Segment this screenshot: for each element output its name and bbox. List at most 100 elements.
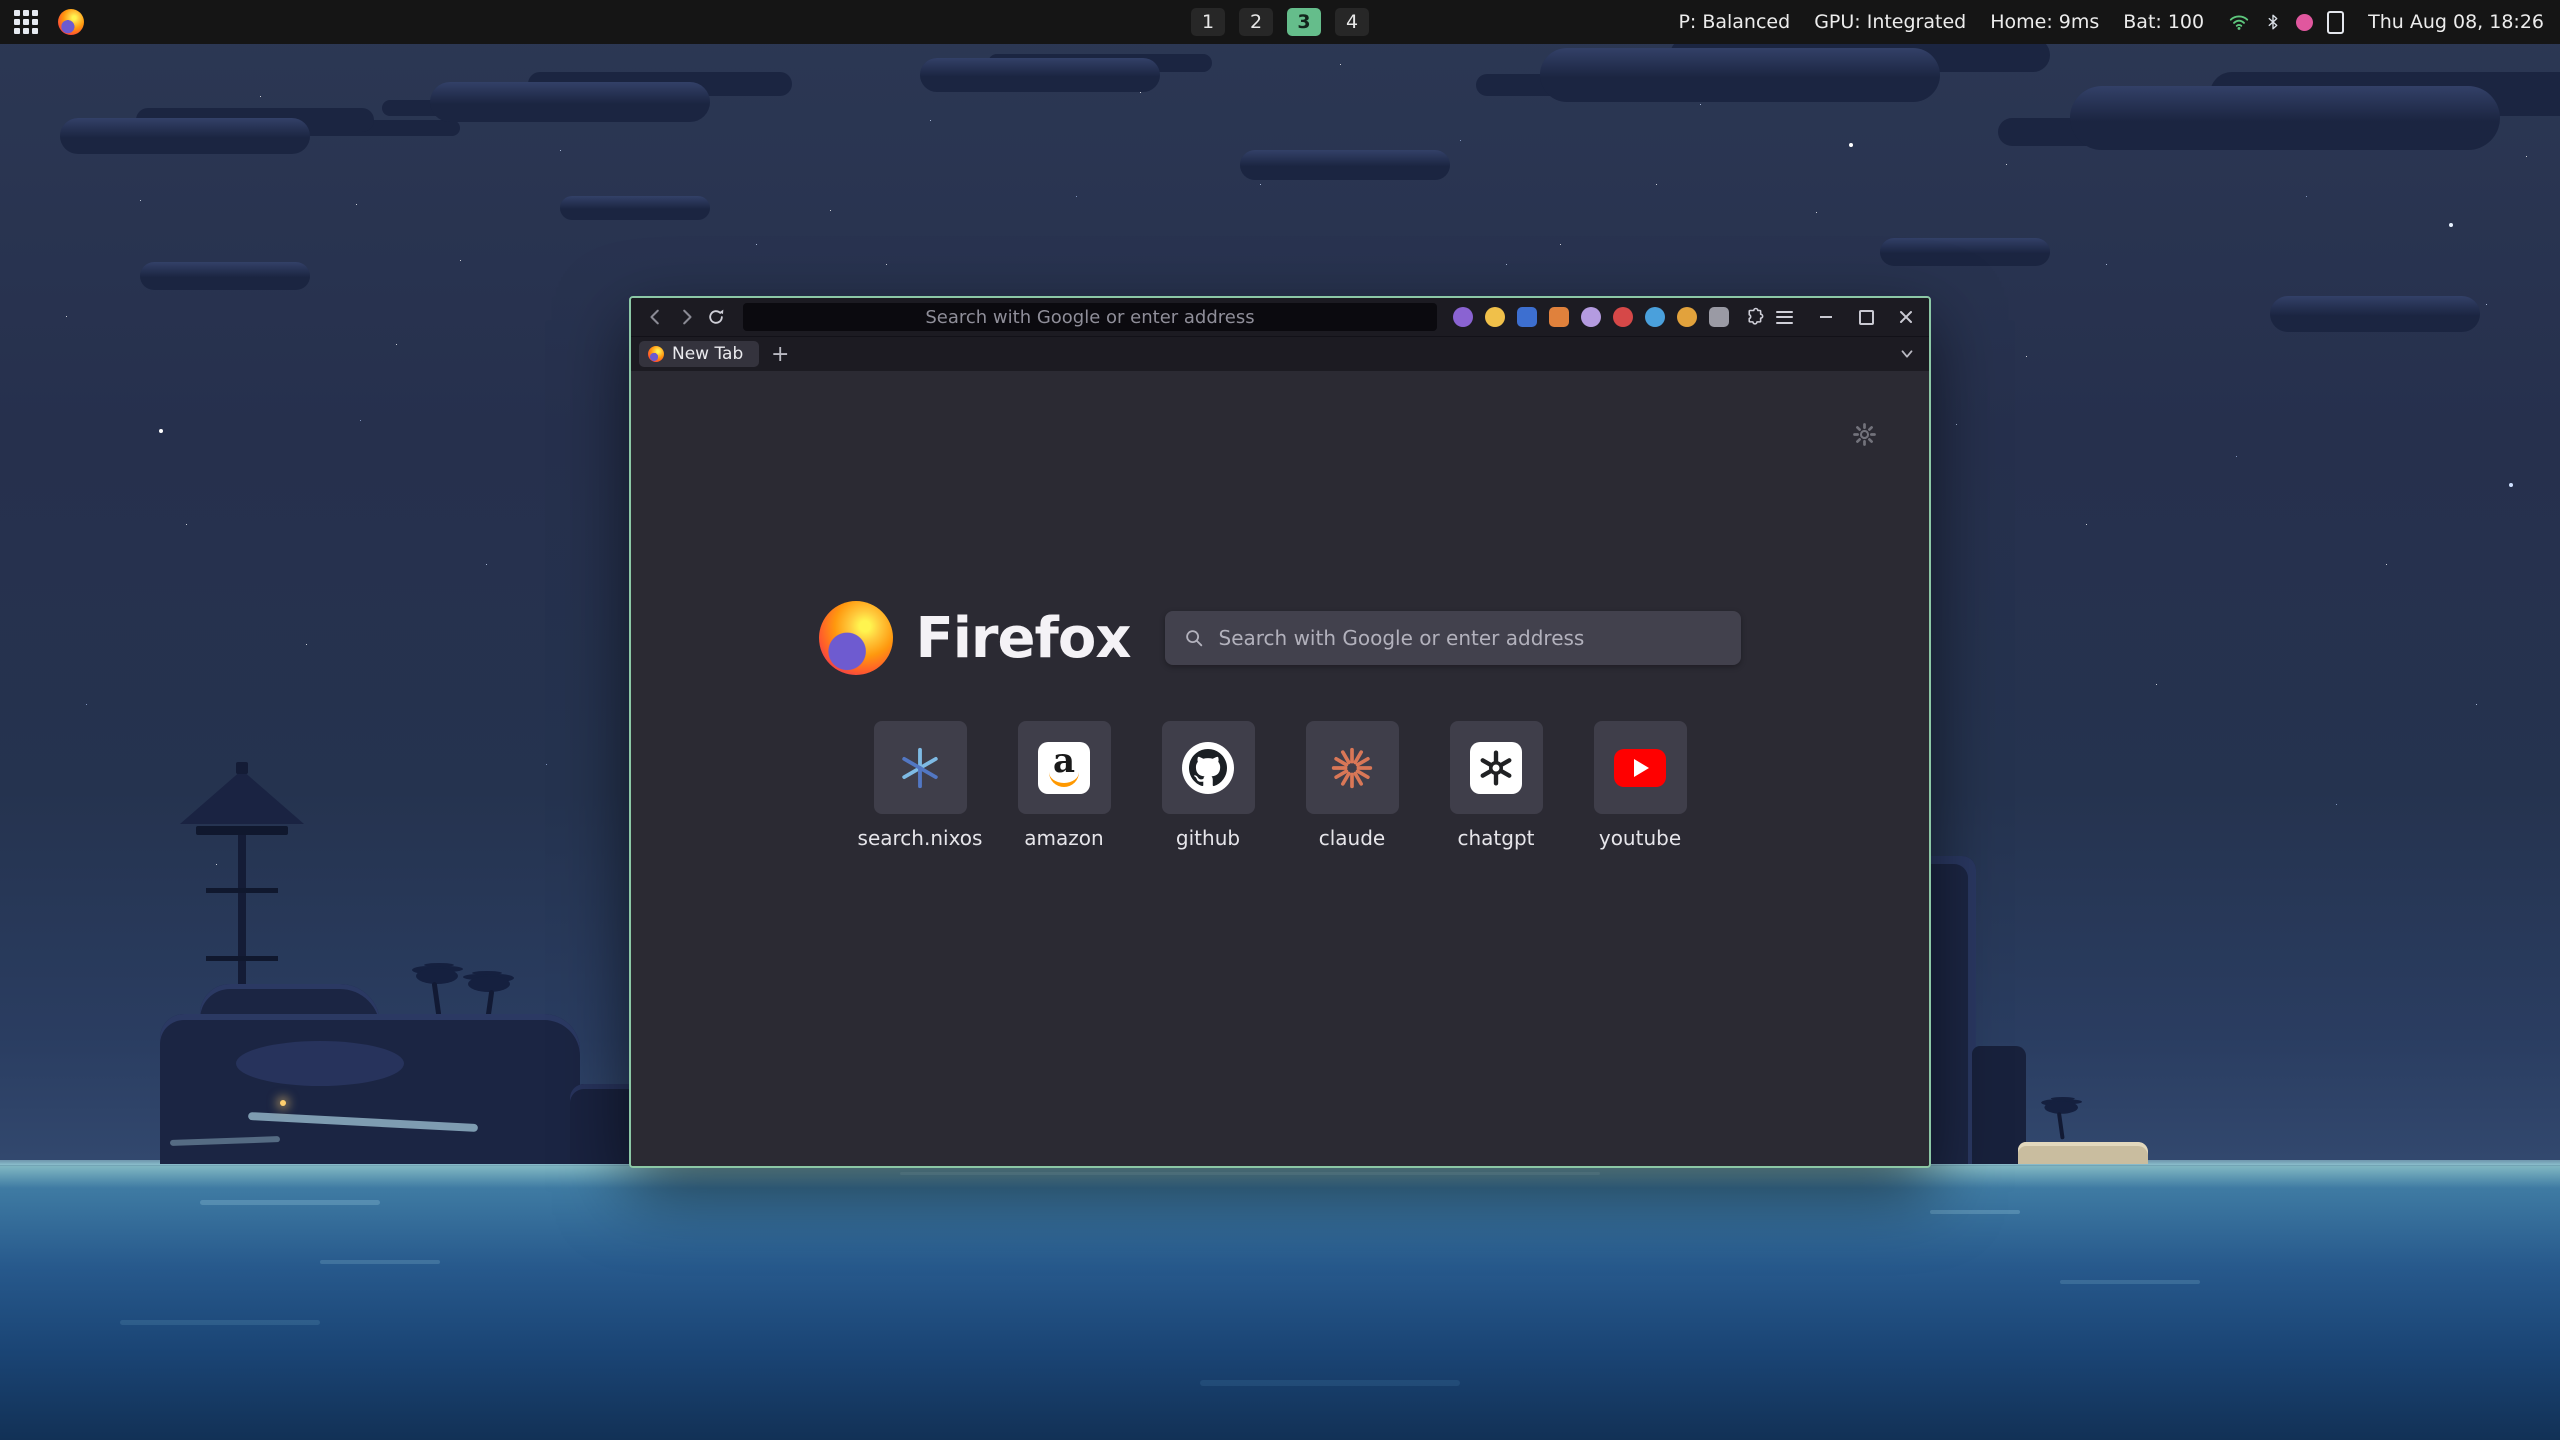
- indicator-icon[interactable]: [2296, 14, 2313, 31]
- water-reflection: [2060, 1280, 2200, 1284]
- bluetooth-icon[interactable]: [2264, 13, 2282, 31]
- shortcut-label: chatgpt: [1457, 826, 1534, 850]
- display-icon[interactable]: [2327, 11, 2344, 34]
- newtab-search[interactable]: [1165, 611, 1741, 665]
- shortcut-youtube[interactable]: youtube: [1594, 721, 1687, 850]
- extension-icon-2[interactable]: [1485, 307, 1505, 327]
- status-bar: 1 2 3 4 P: Balanced GPU: Integrated Home…: [0, 0, 2560, 44]
- extension-toolbar: [1453, 307, 1729, 327]
- amazon-icon: a: [1038, 742, 1090, 794]
- shortcut-label: amazon: [1024, 826, 1103, 850]
- watchtower-brace: [206, 956, 278, 961]
- extension-icon-5[interactable]: [1581, 307, 1601, 327]
- wifi-icon[interactable]: [2228, 11, 2250, 33]
- clock: Thu Aug 08, 18:26: [2368, 11, 2544, 33]
- watchtower-finial: [236, 762, 248, 774]
- water-reflection: [200, 1200, 380, 1205]
- shortcut-search-nixos[interactable]: search.nixos: [874, 721, 967, 850]
- island-with-watchtower: [130, 770, 670, 1164]
- water-reflection: [120, 1320, 320, 1325]
- workspace-button-1[interactable]: 1: [1191, 8, 1225, 36]
- extensions-puzzle-icon[interactable]: [1739, 303, 1769, 331]
- shortcut-tiles: search.nixos a amazon: [874, 721, 1687, 850]
- urlbar[interactable]: [743, 303, 1437, 331]
- shortcut-chatgpt[interactable]: chatgpt: [1450, 721, 1543, 850]
- new-tab-button[interactable]: +: [767, 341, 793, 367]
- watchtower-roof: [180, 770, 304, 824]
- sand-bank: [2018, 1142, 2148, 1164]
- firefox-logo: [819, 601, 893, 675]
- tab-new-tab[interactable]: New Tab: [639, 341, 759, 367]
- openai-knot-icon: [1470, 742, 1522, 794]
- youtube-play-icon: [1614, 749, 1666, 787]
- cloud: [920, 58, 1160, 92]
- workspace-button-4[interactable]: 4: [1335, 8, 1369, 36]
- newtab-hero: Firefox: [819, 601, 1740, 675]
- extension-icon-4[interactable]: [1549, 307, 1569, 327]
- desktop: 1 2 3 4 P: Balanced GPU: Integrated Home…: [0, 0, 2560, 1440]
- tab-strip: New Tab +: [631, 337, 1929, 371]
- hamburger-icon: [1776, 311, 1793, 324]
- water-reflection: [320, 1260, 440, 1264]
- firefox-favicon: [648, 346, 664, 362]
- firefox-window: New Tab + Firefox: [629, 296, 1931, 1168]
- workspace-button-2[interactable]: 2: [1239, 8, 1273, 36]
- cloud: [2270, 296, 2480, 332]
- firefox-taskbar-icon[interactable]: [58, 9, 84, 35]
- shortcut-claude[interactable]: claude: [1306, 721, 1399, 850]
- palm-tree: [2044, 1101, 2079, 1141]
- cloud: [430, 82, 710, 122]
- browser-toolbar: [631, 298, 1929, 337]
- extension-icon-7[interactable]: [1645, 307, 1665, 327]
- newtab-page: Firefox search.nixos a: [631, 371, 1929, 1166]
- lamp-light: [280, 1100, 286, 1106]
- apps-grid-icon[interactable]: [14, 10, 38, 34]
- search-icon: [1183, 627, 1205, 649]
- cloud: [560, 196, 710, 220]
- watchtower-brace: [206, 888, 278, 893]
- cloud: [60, 118, 310, 154]
- urlbar-input[interactable]: [743, 302, 1437, 332]
- extension-icon-3[interactable]: [1517, 307, 1537, 327]
- shortcut-label: youtube: [1599, 826, 1681, 850]
- power-profile-status: P: Balanced: [1678, 11, 1790, 33]
- extension-icon-8[interactable]: [1677, 307, 1697, 327]
- shortcut-github[interactable]: github: [1162, 721, 1255, 850]
- forward-button[interactable]: [671, 303, 701, 331]
- app-menu-button[interactable]: [1769, 303, 1799, 331]
- water-reflection: [900, 1172, 1600, 1175]
- cloud: [140, 262, 310, 290]
- gpu-status: GPU: Integrated: [1814, 11, 1966, 33]
- extension-icon-9[interactable]: [1709, 307, 1729, 327]
- claude-starburst-icon: [1330, 746, 1374, 790]
- maximize-button[interactable]: [1853, 306, 1879, 328]
- shortcut-amazon[interactable]: a amazon: [1018, 721, 1111, 850]
- minimize-button[interactable]: [1813, 306, 1839, 328]
- reload-button[interactable]: [701, 303, 731, 331]
- palm-tree: [416, 968, 460, 1018]
- cloud: [1240, 150, 1450, 180]
- cloud: [1540, 48, 1940, 102]
- back-button[interactable]: [641, 303, 671, 331]
- tab-title: New Tab: [672, 344, 743, 364]
- cloud: [2070, 86, 2500, 150]
- battery-status: Bat: 100: [2123, 11, 2204, 33]
- extension-icon-6[interactable]: [1613, 307, 1633, 327]
- water-reflection: [1200, 1380, 1460, 1386]
- extension-icon-1[interactable]: [1453, 307, 1473, 327]
- watchtower-platform: [196, 826, 288, 835]
- github-octocat-icon: [1182, 742, 1234, 794]
- close-button[interactable]: [1893, 306, 1919, 328]
- water-reflection: [1930, 1210, 2020, 1214]
- list-tabs-chevron-icon[interactable]: [1893, 341, 1921, 367]
- window-controls: [1813, 306, 1919, 328]
- workspace-switcher: 1 2 3 4: [1191, 0, 1369, 44]
- shortcut-label: github: [1176, 826, 1240, 850]
- newtab-search-input[interactable]: [1217, 625, 1723, 651]
- workspace-button-3[interactable]: 3: [1287, 8, 1321, 36]
- cloud: [1880, 238, 2050, 266]
- settings-gear-icon[interactable]: [1849, 419, 1879, 449]
- shortcut-label: claude: [1319, 826, 1385, 850]
- nixos-snowflake-icon: [897, 745, 943, 791]
- firefox-wordmark: Firefox: [915, 606, 1130, 671]
